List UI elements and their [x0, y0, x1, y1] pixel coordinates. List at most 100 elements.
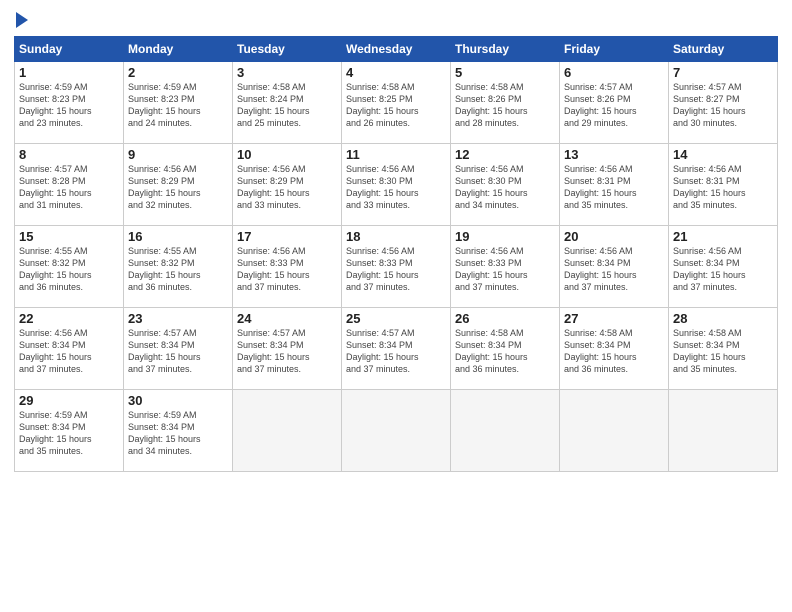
calendar-cell: 15Sunrise: 4:55 AM Sunset: 8:32 PM Dayli…: [15, 226, 124, 308]
day-number: 14: [673, 147, 773, 162]
calendar-cell: 27Sunrise: 4:58 AM Sunset: 8:34 PM Dayli…: [560, 308, 669, 390]
day-number: 13: [564, 147, 664, 162]
day-number: 12: [455, 147, 555, 162]
day-info: Sunrise: 4:58 AM Sunset: 8:34 PM Dayligh…: [455, 327, 555, 376]
day-info: Sunrise: 4:56 AM Sunset: 8:29 PM Dayligh…: [237, 163, 337, 212]
day-number: 27: [564, 311, 664, 326]
day-info: Sunrise: 4:56 AM Sunset: 8:33 PM Dayligh…: [455, 245, 555, 294]
day-info: Sunrise: 4:58 AM Sunset: 8:34 PM Dayligh…: [673, 327, 773, 376]
weekday-row: SundayMondayTuesdayWednesdayThursdayFrid…: [15, 37, 778, 62]
calendar-body: 1Sunrise: 4:59 AM Sunset: 8:23 PM Daylig…: [15, 62, 778, 472]
day-info: Sunrise: 4:55 AM Sunset: 8:32 PM Dayligh…: [128, 245, 228, 294]
day-number: 11: [346, 147, 446, 162]
day-number: 3: [237, 65, 337, 80]
day-info: Sunrise: 4:57 AM Sunset: 8:26 PM Dayligh…: [564, 81, 664, 130]
calendar-cell: 16Sunrise: 4:55 AM Sunset: 8:32 PM Dayli…: [124, 226, 233, 308]
day-number: 24: [237, 311, 337, 326]
day-info: Sunrise: 4:59 AM Sunset: 8:23 PM Dayligh…: [19, 81, 119, 130]
calendar-header: SundayMondayTuesdayWednesdayThursdayFrid…: [15, 37, 778, 62]
calendar-cell: [451, 390, 560, 472]
day-number: 17: [237, 229, 337, 244]
calendar-cell: 21Sunrise: 4:56 AM Sunset: 8:34 PM Dayli…: [669, 226, 778, 308]
calendar-cell: 12Sunrise: 4:56 AM Sunset: 8:30 PM Dayli…: [451, 144, 560, 226]
calendar-cell: 10Sunrise: 4:56 AM Sunset: 8:29 PM Dayli…: [233, 144, 342, 226]
day-number: 1: [19, 65, 119, 80]
day-number: 18: [346, 229, 446, 244]
day-number: 28: [673, 311, 773, 326]
logo-arrow-icon: [16, 12, 28, 28]
day-info: Sunrise: 4:56 AM Sunset: 8:34 PM Dayligh…: [19, 327, 119, 376]
calendar-cell: 20Sunrise: 4:56 AM Sunset: 8:34 PM Dayli…: [560, 226, 669, 308]
calendar-cell: [669, 390, 778, 472]
day-number: 15: [19, 229, 119, 244]
day-info: Sunrise: 4:59 AM Sunset: 8:34 PM Dayligh…: [19, 409, 119, 458]
weekday-header: Friday: [560, 37, 669, 62]
day-info: Sunrise: 4:56 AM Sunset: 8:33 PM Dayligh…: [346, 245, 446, 294]
calendar-cell: 1Sunrise: 4:59 AM Sunset: 8:23 PM Daylig…: [15, 62, 124, 144]
calendar-cell: 3Sunrise: 4:58 AM Sunset: 8:24 PM Daylig…: [233, 62, 342, 144]
calendar-week-row: 22Sunrise: 4:56 AM Sunset: 8:34 PM Dayli…: [15, 308, 778, 390]
weekday-header: Thursday: [451, 37, 560, 62]
calendar-cell: 5Sunrise: 4:58 AM Sunset: 8:26 PM Daylig…: [451, 62, 560, 144]
day-info: Sunrise: 4:58 AM Sunset: 8:25 PM Dayligh…: [346, 81, 446, 130]
day-info: Sunrise: 4:56 AM Sunset: 8:30 PM Dayligh…: [455, 163, 555, 212]
day-info: Sunrise: 4:56 AM Sunset: 8:34 PM Dayligh…: [673, 245, 773, 294]
calendar-cell: 26Sunrise: 4:58 AM Sunset: 8:34 PM Dayli…: [451, 308, 560, 390]
weekday-header: Wednesday: [342, 37, 451, 62]
header: [14, 10, 778, 28]
calendar-cell: 24Sunrise: 4:57 AM Sunset: 8:34 PM Dayli…: [233, 308, 342, 390]
day-number: 30: [128, 393, 228, 408]
day-info: Sunrise: 4:56 AM Sunset: 8:30 PM Dayligh…: [346, 163, 446, 212]
day-number: 20: [564, 229, 664, 244]
day-number: 6: [564, 65, 664, 80]
day-info: Sunrise: 4:56 AM Sunset: 8:31 PM Dayligh…: [673, 163, 773, 212]
calendar-cell: [233, 390, 342, 472]
calendar-week-row: 8Sunrise: 4:57 AM Sunset: 8:28 PM Daylig…: [15, 144, 778, 226]
day-info: Sunrise: 4:57 AM Sunset: 8:27 PM Dayligh…: [673, 81, 773, 130]
calendar-cell: 30Sunrise: 4:59 AM Sunset: 8:34 PM Dayli…: [124, 390, 233, 472]
calendar-cell: [342, 390, 451, 472]
day-number: 9: [128, 147, 228, 162]
weekday-header: Tuesday: [233, 37, 342, 62]
calendar-cell: 13Sunrise: 4:56 AM Sunset: 8:31 PM Dayli…: [560, 144, 669, 226]
day-number: 4: [346, 65, 446, 80]
calendar-cell: 28Sunrise: 4:58 AM Sunset: 8:34 PM Dayli…: [669, 308, 778, 390]
day-info: Sunrise: 4:59 AM Sunset: 8:23 PM Dayligh…: [128, 81, 228, 130]
calendar-cell: 14Sunrise: 4:56 AM Sunset: 8:31 PM Dayli…: [669, 144, 778, 226]
calendar-cell: 29Sunrise: 4:59 AM Sunset: 8:34 PM Dayli…: [15, 390, 124, 472]
calendar-cell: 2Sunrise: 4:59 AM Sunset: 8:23 PM Daylig…: [124, 62, 233, 144]
calendar-cell: 23Sunrise: 4:57 AM Sunset: 8:34 PM Dayli…: [124, 308, 233, 390]
calendar-cell: 25Sunrise: 4:57 AM Sunset: 8:34 PM Dayli…: [342, 308, 451, 390]
calendar-cell: 18Sunrise: 4:56 AM Sunset: 8:33 PM Dayli…: [342, 226, 451, 308]
day-info: Sunrise: 4:55 AM Sunset: 8:32 PM Dayligh…: [19, 245, 119, 294]
day-number: 8: [19, 147, 119, 162]
day-info: Sunrise: 4:56 AM Sunset: 8:34 PM Dayligh…: [564, 245, 664, 294]
day-number: 16: [128, 229, 228, 244]
day-number: 21: [673, 229, 773, 244]
calendar-week-row: 1Sunrise: 4:59 AM Sunset: 8:23 PM Daylig…: [15, 62, 778, 144]
calendar-week-row: 15Sunrise: 4:55 AM Sunset: 8:32 PM Dayli…: [15, 226, 778, 308]
logo: [14, 10, 28, 28]
calendar-table: SundayMondayTuesdayWednesdayThursdayFrid…: [14, 36, 778, 472]
page-container: SundayMondayTuesdayWednesdayThursdayFrid…: [0, 0, 792, 482]
day-number: 25: [346, 311, 446, 326]
calendar-cell: 19Sunrise: 4:56 AM Sunset: 8:33 PM Dayli…: [451, 226, 560, 308]
day-info: Sunrise: 4:56 AM Sunset: 8:29 PM Dayligh…: [128, 163, 228, 212]
day-number: 19: [455, 229, 555, 244]
day-number: 22: [19, 311, 119, 326]
day-info: Sunrise: 4:56 AM Sunset: 8:33 PM Dayligh…: [237, 245, 337, 294]
day-number: 7: [673, 65, 773, 80]
day-number: 26: [455, 311, 555, 326]
day-number: 10: [237, 147, 337, 162]
day-number: 23: [128, 311, 228, 326]
calendar-cell: 6Sunrise: 4:57 AM Sunset: 8:26 PM Daylig…: [560, 62, 669, 144]
day-info: Sunrise: 4:59 AM Sunset: 8:34 PM Dayligh…: [128, 409, 228, 458]
day-info: Sunrise: 4:58 AM Sunset: 8:26 PM Dayligh…: [455, 81, 555, 130]
day-info: Sunrise: 4:56 AM Sunset: 8:31 PM Dayligh…: [564, 163, 664, 212]
calendar-cell: 17Sunrise: 4:56 AM Sunset: 8:33 PM Dayli…: [233, 226, 342, 308]
day-info: Sunrise: 4:58 AM Sunset: 8:34 PM Dayligh…: [564, 327, 664, 376]
day-info: Sunrise: 4:58 AM Sunset: 8:24 PM Dayligh…: [237, 81, 337, 130]
day-info: Sunrise: 4:57 AM Sunset: 8:34 PM Dayligh…: [237, 327, 337, 376]
day-number: 29: [19, 393, 119, 408]
weekday-header: Saturday: [669, 37, 778, 62]
